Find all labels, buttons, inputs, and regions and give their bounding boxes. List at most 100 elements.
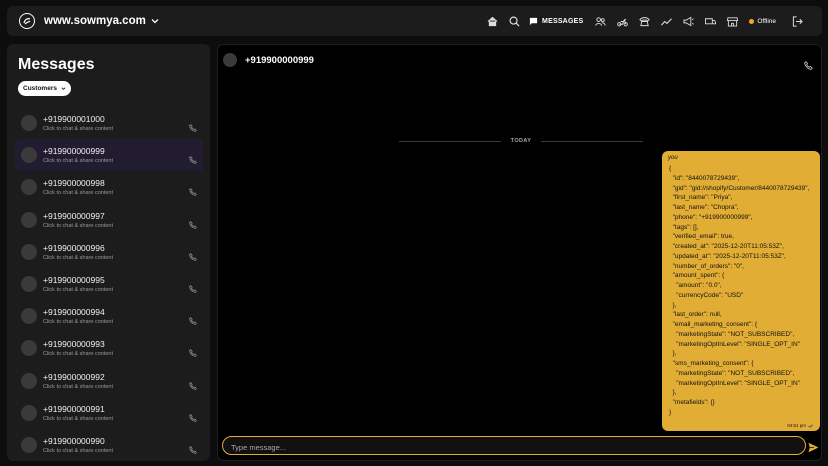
- chat-contact-name: +919900000999: [245, 54, 314, 66]
- phone-icon[interactable]: [189, 441, 197, 454]
- contact-list: +919900001000 Click to chat & share conte…: [15, 107, 203, 461]
- avatar: [21, 115, 37, 132]
- phone-icon[interactable]: [189, 409, 197, 422]
- truck-icon[interactable]: [704, 15, 716, 27]
- contact-list-item[interactable]: +919900000994 Click to chat & share conte…: [15, 300, 203, 332]
- avatar: [21, 340, 37, 357]
- contact-subtitle: Click to chat & share content: [43, 190, 114, 197]
- chat-panel: +919900000999 TODAY you { "id": "8440078…: [217, 44, 822, 461]
- store-icon[interactable]: [726, 15, 738, 27]
- contact-name: +919900000995: [43, 275, 105, 286]
- moped-icon[interactable]: [616, 15, 628, 27]
- message-sender: you: [668, 155, 678, 161]
- status-text: Offline: [757, 17, 776, 25]
- call-button[interactable]: [804, 57, 813, 70]
- date-divider-label: TODAY: [510, 138, 532, 144]
- avatar: [21, 147, 37, 164]
- contact-name: +919900000996: [43, 242, 105, 253]
- phone-icon[interactable]: [189, 216, 197, 229]
- send-button[interactable]: [808, 440, 819, 453]
- contact-name: +919900000999: [43, 146, 105, 157]
- chat-icon: [529, 17, 538, 25]
- search-icon[interactable]: [508, 15, 520, 27]
- send-icon: [808, 442, 819, 453]
- double-check-icon: [808, 424, 814, 428]
- site-selector[interactable]: www.sowmya.com: [44, 15, 159, 27]
- users-icon[interactable]: [594, 15, 606, 27]
- avatar: [21, 372, 37, 389]
- phone-icon[interactable]: [189, 151, 197, 165]
- nav-messages[interactable]: MESSAGES: [529, 17, 583, 26]
- message-input[interactable]: [223, 439, 805, 456]
- avatar: [21, 308, 37, 325]
- megaphone-icon[interactable]: [682, 15, 694, 27]
- message-body: { "id": "8440078729439", "gid": "gid://s…: [669, 165, 810, 416]
- phone-icon[interactable]: [189, 344, 197, 358]
- avatar: [223, 53, 237, 67]
- phone-icon: [804, 61, 813, 70]
- avatar: [21, 179, 37, 196]
- contact-name: +919900000993: [43, 339, 105, 350]
- contact-list-item[interactable]: +919900000990 Click to chat & share conte…: [15, 429, 203, 461]
- chevron-down-icon: [61, 87, 66, 90]
- avatar: [21, 276, 37, 293]
- contact-name: +919900000997: [43, 210, 105, 221]
- contact-subtitle: Click to chat & share content: [43, 319, 114, 326]
- contact-name: +919900000991: [43, 403, 105, 414]
- contact-list-item[interactable]: +919900000993 Click to chat & share conte…: [15, 332, 203, 364]
- customer-filter-dropdown[interactable]: Customers: [18, 81, 71, 96]
- contact-list-item[interactable]: +919900000999 Click to chat & share conte…: [15, 139, 203, 172]
- message-time: 04:51 pm: [787, 423, 806, 428]
- contact-name: +919900000998: [43, 178, 105, 189]
- chart-icon[interactable]: [660, 15, 672, 27]
- phone-icon[interactable]: [638, 15, 650, 27]
- message-composer: [222, 436, 806, 456]
- connection-status[interactable]: Offline: [749, 18, 776, 25]
- avatar: [21, 404, 37, 421]
- contact-list-item[interactable]: +919900000992 Click to chat & share conte…: [15, 365, 203, 397]
- contact-subtitle: Click to chat & share content: [43, 351, 114, 358]
- status-dot: [749, 18, 755, 24]
- phone-icon[interactable]: [189, 183, 197, 197]
- site-name: www.sowmya.com: [44, 15, 146, 27]
- filter-label: Customers: [23, 85, 57, 92]
- contact-name: +919900000992: [43, 371, 105, 382]
- nav-messages-label: MESSAGES: [542, 17, 584, 25]
- panel-title: Messages: [18, 56, 95, 73]
- chat-header: +919900000999: [223, 53, 314, 67]
- contact-subtitle: Click to chat & share content: [43, 447, 114, 454]
- contact-list-item[interactable]: +919900000997 Click to chat & share conte…: [15, 204, 203, 236]
- contact-name: +919900001000: [43, 114, 105, 125]
- contacts-panel: Messages Customers +919900001000 Click to…: [7, 44, 210, 461]
- contact-list-item[interactable]: +919900000991 Click to chat & share conte…: [15, 397, 203, 429]
- logout-icon[interactable]: [791, 15, 803, 27]
- contact-subtitle: Click to chat & share content: [43, 222, 114, 229]
- contact-subtitle: Click to chat & share content: [43, 158, 114, 165]
- home-icon[interactable]: [486, 15, 498, 27]
- chevron-down-icon: [151, 19, 159, 24]
- message-timestamp: 04:51 pm: [787, 423, 814, 428]
- main-nav: MESSAGES Offline: [481, 15, 808, 27]
- contact-list-item[interactable]: +919900000996 Click to chat & share conte…: [15, 236, 203, 268]
- top-bar: www.sowmya.com MESSAGES Offline: [7, 6, 822, 36]
- contact-subtitle: Click to chat & share content: [43, 254, 114, 261]
- avatar: [21, 211, 37, 228]
- phone-icon[interactable]: [189, 312, 197, 326]
- phone-icon[interactable]: [189, 119, 197, 132]
- contact-subtitle: Click to chat & share content: [43, 415, 114, 422]
- contact-list-item[interactable]: +919900001000 Click to chat & share conte…: [15, 107, 203, 139]
- phone-icon[interactable]: [189, 377, 197, 390]
- contact-subtitle: Click to chat & share content: [43, 383, 114, 390]
- avatar: [21, 436, 37, 453]
- phone-icon[interactable]: [189, 248, 197, 261]
- message-bubble[interactable]: you { "id": "8440078729439", "gid": "gid…: [662, 151, 820, 431]
- date-divider: TODAY: [399, 138, 643, 144]
- contact-name: +919900000994: [43, 307, 105, 318]
- avatar: [21, 243, 37, 260]
- contact-list-item[interactable]: +919900000995 Click to chat & share conte…: [15, 268, 203, 300]
- phone-icon[interactable]: [189, 280, 197, 293]
- contact-subtitle: Click to chat & share content: [43, 287, 114, 294]
- logo-icon[interactable]: [19, 13, 35, 29]
- contact-subtitle: Click to chat & share content: [43, 126, 114, 133]
- contact-list-item[interactable]: +919900000998 Click to chat & share conte…: [15, 171, 203, 203]
